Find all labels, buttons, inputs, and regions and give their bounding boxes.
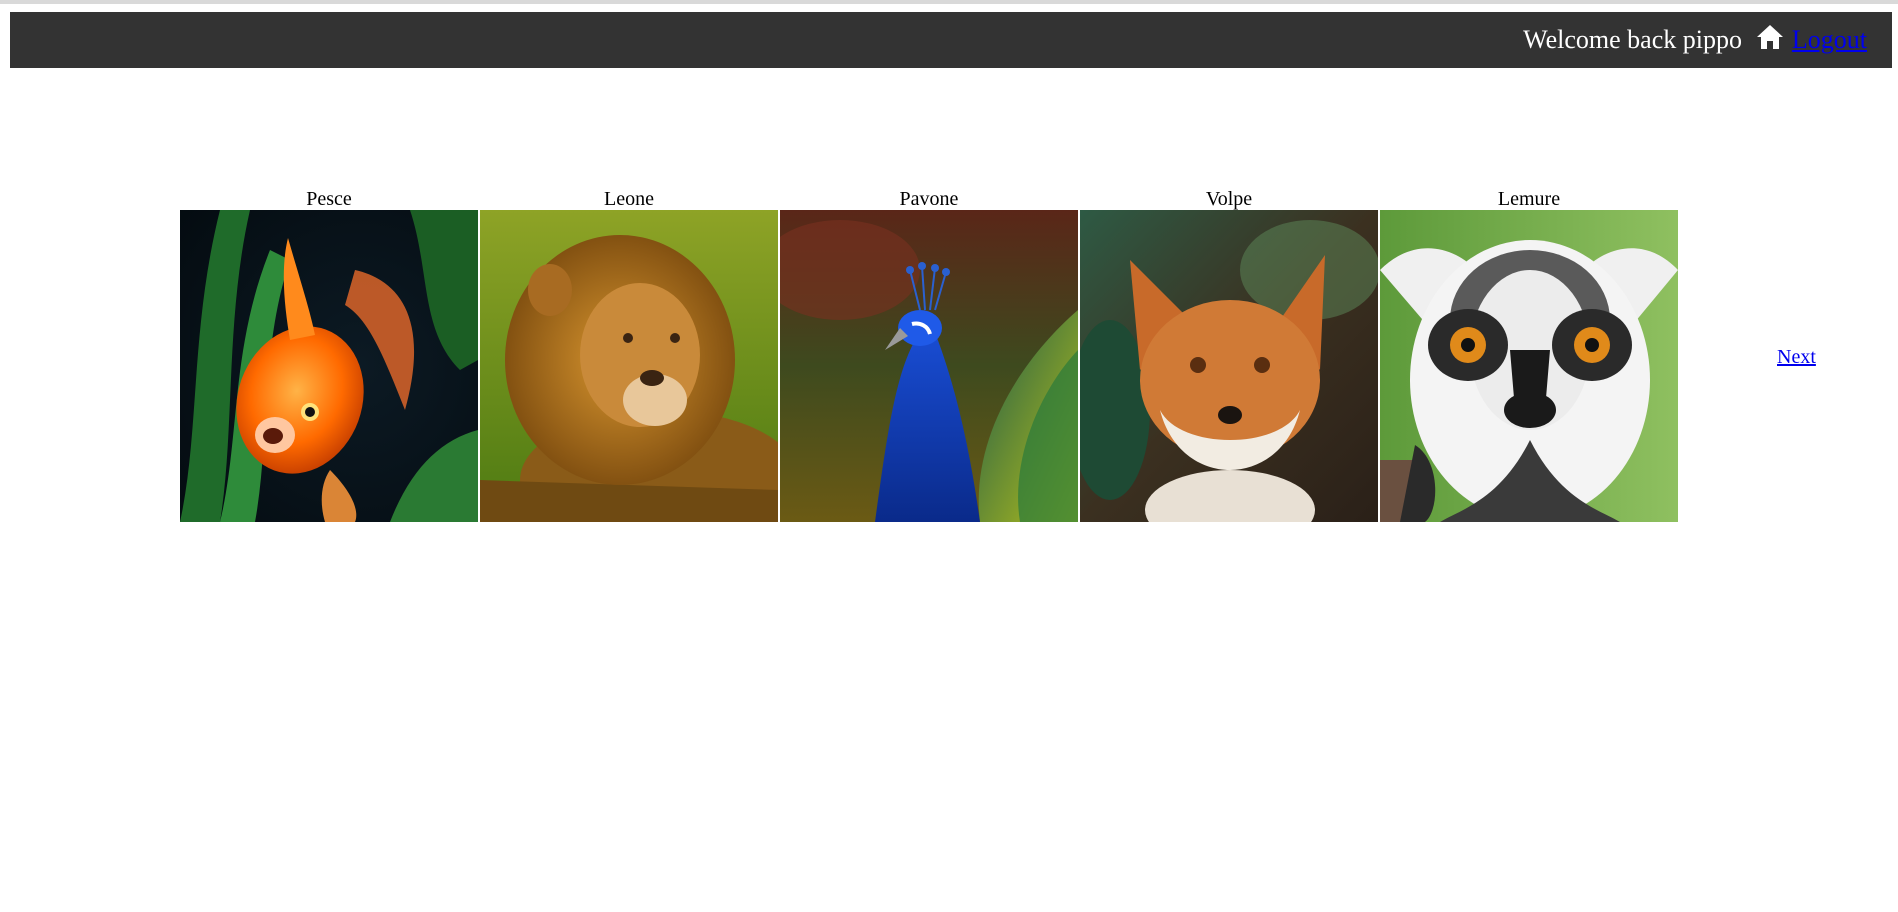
lion-image[interactable] bbox=[480, 210, 778, 522]
peacock-image[interactable] bbox=[780, 210, 1078, 522]
top-border bbox=[0, 0, 1898, 4]
gallery-item-title: Volpe bbox=[1205, 188, 1253, 210]
gallery-item-volpe[interactable]: Volpe bbox=[1080, 188, 1378, 522]
gallery-item-title: Pavone bbox=[899, 188, 959, 210]
home-icon[interactable] bbox=[1756, 24, 1784, 50]
gallery-item-pesce[interactable]: Pesce bbox=[180, 188, 478, 522]
gallery-item-title: Pesce bbox=[306, 188, 352, 210]
next-link[interactable]: Next bbox=[1777, 346, 1816, 369]
gallery-item-lemure[interactable]: Lemure bbox=[1380, 188, 1678, 522]
gallery-item-pavone[interactable]: Pavone bbox=[780, 188, 1078, 522]
logout-link[interactable]: Logout bbox=[1792, 25, 1867, 55]
fox-image[interactable] bbox=[1080, 210, 1378, 522]
lemur-image[interactable] bbox=[1380, 210, 1678, 522]
welcome-message: Welcome back pippo bbox=[1523, 25, 1742, 54]
gallery-item-title: Leone bbox=[604, 188, 654, 210]
header-bar: Welcome back pippo Logout bbox=[10, 12, 1892, 68]
gallery-item-title: Lemure bbox=[1497, 188, 1561, 210]
goldfish-image[interactable] bbox=[180, 210, 478, 522]
gallery-item-leone[interactable]: Leone bbox=[480, 188, 778, 522]
